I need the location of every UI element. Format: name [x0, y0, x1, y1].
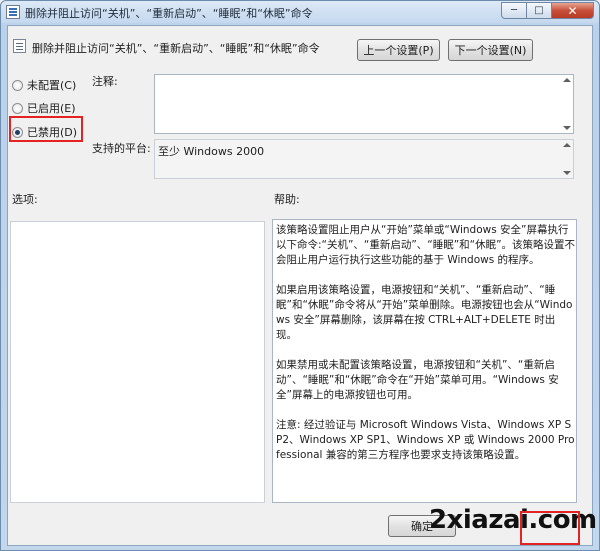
options-label: 选项: [12, 193, 38, 206]
policy-name: 删除并阻止访问“关机”、“重新启动”、“睡眠”和“休眠”命令 [32, 42, 320, 55]
watermark-highlight-box [520, 511, 580, 545]
supported-platforms-label: 支持的平台: [92, 142, 151, 155]
close-icon: ✕ [567, 3, 578, 18]
window-title: 删除并阻止访问“关机”、“重新启动”、“睡眠”和“休眠”命令 [25, 7, 313, 20]
disabled-highlight-box [9, 116, 83, 142]
policy-dialog-window: 删除并阻止访问“关机”、“重新启动”、“睡眠”和“休眠”命令 ─ □ ✕ 删除并… [0, 0, 600, 551]
next-setting-button[interactable]: 下一个设置(N) [448, 39, 533, 61]
dialog-client-area: 删除并阻止访问“关机”、“重新启动”、“睡眠”和“休眠”命令 上一个设置(P) … [7, 25, 593, 546]
policy-icon [6, 5, 20, 19]
window-controls: ─ □ ✕ [501, 2, 594, 20]
options-pane [10, 221, 265, 503]
previous-setting-button[interactable]: 上一个设置(P) [357, 39, 440, 61]
help-text: 该策略设置阻止用户从“开始”菜单或“Windows 安全”屏幕执行以下命令:“关… [276, 223, 576, 478]
scroll-up-icon[interactable] [563, 143, 571, 147]
scroll-up-icon[interactable] [563, 78, 571, 82]
radio-enabled[interactable]: 已启用(E) [12, 100, 76, 116]
minimize-button[interactable]: ─ [501, 2, 527, 19]
radio-not-configured-label: 未配置(C) [27, 79, 77, 92]
radio-enabled-icon[interactable] [12, 102, 23, 114]
help-label: 帮助: [274, 193, 300, 206]
title-bar[interactable]: 删除并阻止访问“关机”、“重新启动”、“睡眠”和“休眠”命令 ─ □ ✕ [1, 1, 599, 23]
minimize-icon: ─ [510, 5, 518, 16]
help-paragraph: 注意: 经过验证与 Microsoft Windows Vista、Window… [276, 419, 575, 461]
scroll-down-icon[interactable] [563, 171, 571, 175]
maximize-icon: □ [534, 5, 544, 16]
close-button[interactable]: ✕ [552, 2, 594, 19]
radio-not-configured[interactable]: 未配置(C) [12, 77, 76, 93]
comment-textarea[interactable] [154, 74, 574, 134]
help-pane[interactable]: 该策略设置阻止用户从“开始”菜单或“Windows 安全”屏幕执行以下命令:“关… [272, 219, 577, 503]
maximize-button[interactable]: □ [527, 2, 552, 19]
help-paragraph: 如果启用该策略设置，电源按钮和“关机”、“重新启动”、“睡眠”和“休眠”命令将从… [276, 284, 573, 341]
radio-enabled-label: 已启用(E) [27, 102, 76, 115]
radio-not-configured-icon[interactable] [12, 79, 23, 91]
scroll-down-icon[interactable] [563, 126, 571, 130]
help-paragraph: 如果禁用或未配置该策略设置，电源按钮和“关机”、“重新启动”、“睡眠”和“休眠”… [276, 359, 559, 401]
supported-platforms-field: 至少 Windows 2000 [154, 139, 574, 179]
supported-platforms-value: 至少 Windows 2000 [158, 145, 265, 158]
policy-setting-icon [13, 39, 26, 53]
comment-label: 注释: [92, 75, 118, 88]
help-paragraph: 该策略设置阻止用户从“开始”菜单或“Windows 安全”屏幕执行以下命令:“关… [276, 224, 576, 266]
